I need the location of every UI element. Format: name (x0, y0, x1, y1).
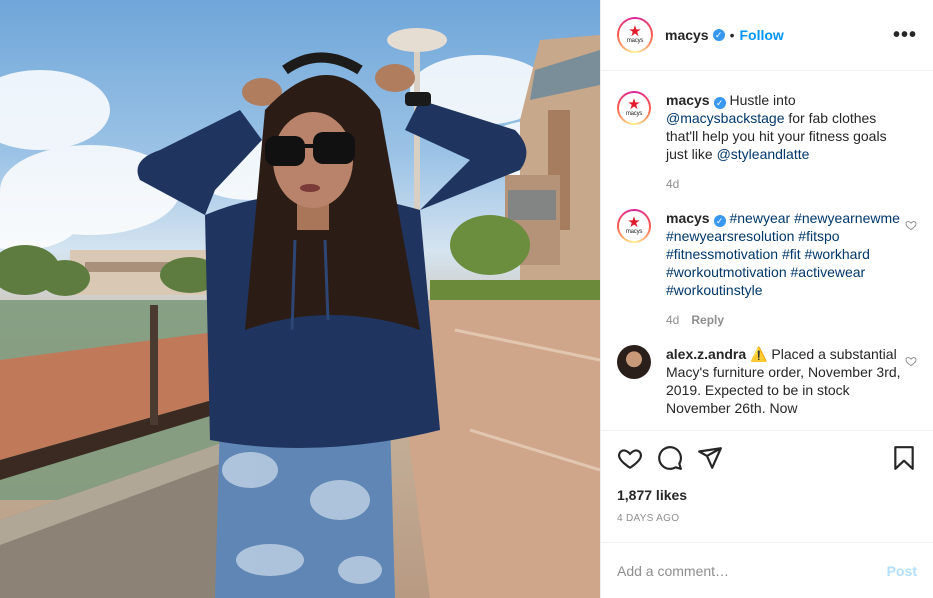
instagram-post: ★ macys macys ✓ • Follow ••• ★ macys mac… (0, 0, 933, 598)
heart-icon[interactable] (617, 445, 643, 471)
logo-text: macys (626, 38, 644, 44)
likes-count[interactable]: 1,877 likes (617, 487, 917, 503)
hashtag-link[interactable]: #newyear (729, 210, 790, 226)
logo-text: macys (625, 111, 643, 117)
avatar[interactable] (617, 345, 651, 379)
comment-meta: 4d Reply (666, 311, 906, 329)
bookmark-icon[interactable] (891, 445, 917, 471)
right-building-window (508, 190, 556, 220)
sunglasses-lens-left (265, 136, 305, 166)
hashtag-link[interactable]: #activewear (791, 264, 866, 280)
caption-text: Hustle into (729, 92, 796, 108)
post-photo-illustration (0, 28, 600, 598)
add-comment-bar: Post (601, 542, 933, 598)
like-comment-heart-icon[interactable] (905, 219, 917, 231)
comment-body: macys ✓ #newyear #newyearnewme #newyearsr… (666, 209, 906, 329)
hashtag-link[interactable]: #fitspo (798, 228, 839, 244)
lips (300, 184, 320, 192)
separator-dot: • (729, 27, 735, 43)
comment: alex.z.andra ⚠️ Placed a substantial Mac… (617, 345, 917, 417)
reply-button[interactable]: Reply (691, 313, 724, 327)
verified-icon: ✓ (713, 215, 726, 227)
star-icon: ★ (628, 23, 642, 40)
hair (245, 75, 420, 330)
hashtag-link[interactable]: #workhard (805, 246, 870, 262)
avatar[interactable]: ★ macys (617, 91, 651, 125)
star-icon: ★ (627, 214, 641, 231)
comment-username[interactable]: macys (666, 92, 710, 108)
macys-logo: ★ macys (619, 211, 649, 241)
comment-username[interactable]: macys (666, 210, 710, 226)
comment-meta: 4d (666, 175, 906, 193)
more-options-icon[interactable]: ••• (893, 25, 917, 45)
hashtag-link[interactable]: #fitnessmotivation (666, 246, 778, 262)
sunglasses-lens-right (313, 132, 355, 164)
mention-link[interactable]: @styleandlatte (717, 146, 810, 162)
comments-list[interactable]: ★ macys macys ✓ Hustle into @macysbacksta… (601, 71, 933, 430)
macys-logo: ★ macys (619, 19, 651, 51)
star-icon: ★ (627, 96, 641, 113)
comment-username[interactable]: alex.z.andra (666, 346, 746, 362)
post-side-panel: ★ macys macys ✓ • Follow ••• ★ macys mac… (600, 0, 933, 598)
post-author-username[interactable]: macys (665, 27, 709, 43)
post-timestamp[interactable]: 4 DAYS AGO (617, 513, 917, 524)
hashtag-link[interactable]: #newyearsresolution (666, 228, 794, 244)
comment-body: alex.z.andra ⚠️ Placed a substantial Mac… (666, 345, 906, 417)
warning-icon: ⚠️ (750, 346, 768, 362)
caption-body: macys ✓ Hustle into @macysbackstage for f… (666, 91, 906, 193)
right-hand (375, 64, 415, 92)
follow-button[interactable]: Follow (740, 27, 784, 43)
macys-logo: ★ macys (619, 93, 649, 123)
hashtag-link[interactable]: #workoutinstyle (666, 282, 763, 298)
like-comment-heart-icon[interactable] (905, 355, 917, 367)
comment-time[interactable]: 4d (666, 177, 679, 191)
caption: ★ macys macys ✓ Hustle into @macysbacksta… (617, 91, 917, 193)
action-icons (617, 431, 917, 471)
verified-icon: ✓ (712, 29, 725, 41)
comment: ★ macys macys ✓ #newyear #newyearnewme #n… (617, 209, 917, 329)
share-icon[interactable] (697, 445, 723, 471)
post-actions: 1,877 likes 4 DAYS AGO Post (601, 430, 933, 598)
avatar[interactable]: ★ macys (617, 17, 653, 53)
post-comment-button[interactable]: Post (887, 563, 917, 579)
hashtag-link[interactable]: #fit (782, 246, 801, 262)
logo-text: macys (625, 229, 643, 235)
tree-right (450, 215, 530, 275)
comment-time[interactable]: 4d (666, 313, 679, 327)
hashtag-link[interactable]: #newyearnewme (794, 210, 900, 226)
hedge (430, 280, 600, 300)
verified-icon: ✓ (713, 97, 726, 109)
avatar[interactable]: ★ macys (617, 209, 651, 243)
dock-post (150, 305, 158, 425)
fitness-watch (405, 92, 431, 106)
post-header: ★ macys macys ✓ • Follow ••• (601, 0, 933, 71)
comment-icon[interactable] (657, 445, 683, 471)
comment-input[interactable] (617, 562, 887, 579)
street-lamp-head (387, 28, 447, 52)
post-photo[interactable] (0, 0, 600, 598)
mention-link[interactable]: @macysbackstage (666, 110, 784, 126)
sunglasses-bridge (303, 144, 315, 148)
hair-scrunchie (282, 52, 363, 75)
hashtag-link[interactable]: #workoutmotivation (666, 264, 787, 280)
